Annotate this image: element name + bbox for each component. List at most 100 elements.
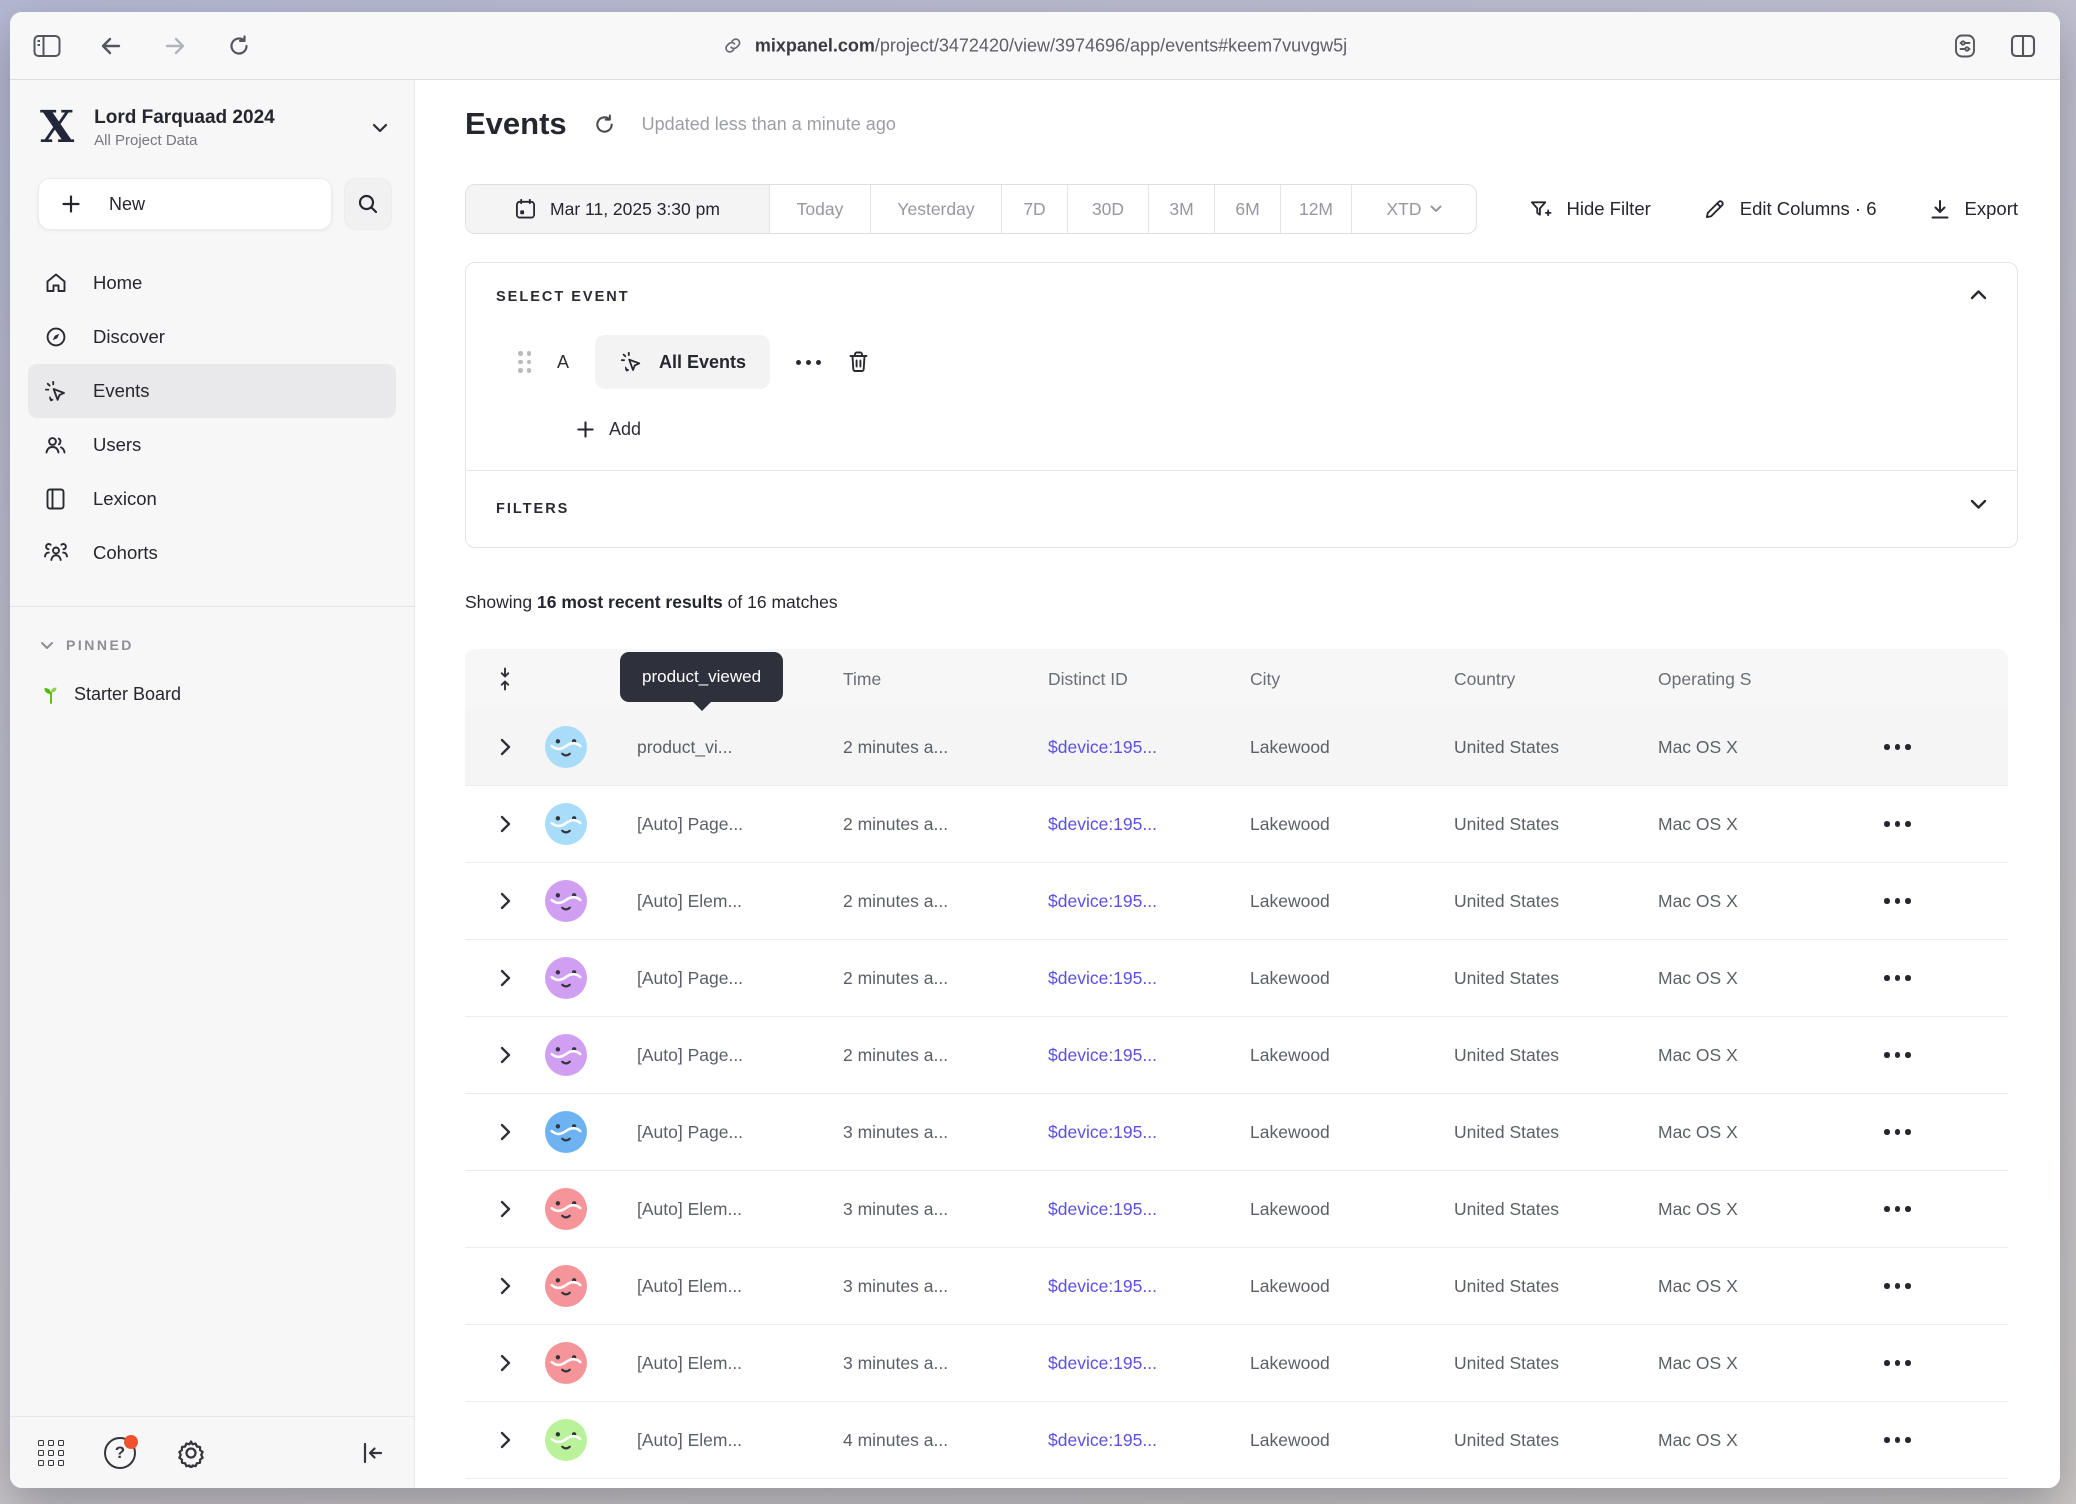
range-3m[interactable]: 3M xyxy=(1148,185,1214,233)
settings-gear-icon[interactable] xyxy=(176,1438,206,1468)
refresh-icon[interactable] xyxy=(593,113,616,136)
table-row[interactable]: [Auto] Elem... 4 minutes a... $device:19… xyxy=(465,1479,2008,1488)
add-event-button[interactable]: Add xyxy=(576,419,1987,440)
sidebar-item-label: Home xyxy=(93,272,142,294)
pinned-section-header[interactable]: PINNED xyxy=(40,637,414,653)
distinct-id-link[interactable]: $device:195... xyxy=(1048,1199,1250,1220)
distinct-id-link[interactable]: $device:195... xyxy=(1048,1122,1250,1143)
country-cell: United States xyxy=(1454,737,1658,758)
expand-row-icon[interactable] xyxy=(465,969,545,987)
expand-row-icon[interactable] xyxy=(465,1123,545,1141)
expand-row-icon[interactable] xyxy=(465,1354,545,1372)
col-city[interactable]: City xyxy=(1250,669,1454,690)
expand-row-icon[interactable] xyxy=(465,738,545,756)
table-row[interactable]: [Auto] Page... 2 minutes a... $device:19… xyxy=(465,786,2008,863)
expand-row-icon[interactable] xyxy=(465,1277,545,1295)
table-row[interactable]: product_vi... 2 minutes a... $device:195… xyxy=(465,709,2008,786)
distinct-id-link[interactable]: $device:195... xyxy=(1048,1353,1250,1374)
search-button[interactable] xyxy=(344,178,392,230)
table-row[interactable]: [Auto] Page... 3 minutes a... $device:19… xyxy=(465,1094,2008,1171)
distinct-id-link[interactable]: $device:195... xyxy=(1048,1430,1250,1451)
sidebar-item-discover[interactable]: Discover xyxy=(28,310,396,364)
table-row[interactable]: [Auto] Elem... 3 minutes a... $device:19… xyxy=(465,1325,2008,1402)
sidebar-item-lexicon[interactable]: Lexicon xyxy=(28,472,396,526)
project-switcher[interactable]: X Lord Farquaad 2024 All Project Data xyxy=(40,106,388,150)
event-avatar xyxy=(545,880,637,922)
date-picker-button[interactable]: Mar 11, 2025 3:30 pm xyxy=(466,185,769,233)
range-7d[interactable]: 7D xyxy=(1001,185,1067,233)
expand-row-icon[interactable] xyxy=(465,815,545,833)
distinct-id-link[interactable]: $device:195... xyxy=(1048,737,1250,758)
distinct-id-link[interactable]: $device:195... xyxy=(1048,1276,1250,1297)
delete-clause-icon[interactable] xyxy=(847,350,870,374)
event-clause-row: A All Events xyxy=(518,335,1987,389)
back-icon[interactable] xyxy=(96,31,126,61)
range-6m[interactable]: 6M xyxy=(1214,185,1280,233)
distinct-id-link[interactable]: $device:195... xyxy=(1048,814,1250,835)
table-row[interactable]: [Auto] Elem... 3 minutes a... $device:19… xyxy=(465,1171,2008,1248)
row-menu-icon[interactable] xyxy=(1884,1206,2008,1212)
range-yesterday[interactable]: Yesterday xyxy=(870,185,1001,233)
collapse-sidebar-icon[interactable] xyxy=(360,1441,386,1465)
calendar-icon xyxy=(515,198,536,220)
sidebar-bottom-bar: ? xyxy=(10,1416,414,1488)
more-options-icon[interactable] xyxy=(796,360,821,365)
col-time[interactable]: Time xyxy=(843,669,1048,690)
row-menu-icon[interactable] xyxy=(1884,1052,2008,1058)
table-row[interactable]: [Auto] Page... 2 minutes a... $device:19… xyxy=(465,940,2008,1017)
browser-sidebar-toggle-icon[interactable] xyxy=(32,31,62,61)
apps-grid-icon[interactable] xyxy=(38,1440,64,1466)
reload-icon[interactable] xyxy=(224,31,254,61)
sidebar-item-home[interactable]: Home xyxy=(28,256,396,310)
sidebar-item-events[interactable]: Events xyxy=(28,364,396,418)
hide-filter-button[interactable]: Hide Filter xyxy=(1529,198,1650,221)
range-12m[interactable]: 12M xyxy=(1280,185,1351,233)
page-settings-icon[interactable] xyxy=(1950,31,1980,61)
row-menu-icon[interactable] xyxy=(1884,1437,2008,1443)
drag-handle-icon[interactable] xyxy=(518,351,531,373)
table-row[interactable]: [Auto] Elem... 3 minutes a... $device:19… xyxy=(465,1248,2008,1325)
col-country[interactable]: Country xyxy=(1454,669,1658,690)
expand-row-icon[interactable] xyxy=(465,1431,545,1449)
expand-row-icon[interactable] xyxy=(465,1046,545,1064)
table-row[interactable]: [Auto] Elem... 2 minutes a... $device:19… xyxy=(465,863,2008,940)
row-menu-icon[interactable] xyxy=(1884,1129,2008,1135)
row-menu-icon[interactable] xyxy=(1884,1283,2008,1289)
country-cell: United States xyxy=(1454,891,1658,912)
expand-filters-icon[interactable] xyxy=(1970,499,1987,510)
help-icon[interactable]: ? xyxy=(104,1437,136,1469)
os-cell: Mac OS X xyxy=(1658,1045,1858,1066)
sidebar-item-users[interactable]: Users xyxy=(28,418,396,472)
collapse-all-rows-icon[interactable] xyxy=(465,667,545,691)
new-button[interactable]: New xyxy=(38,178,332,230)
col-distinct-id[interactable]: Distinct ID xyxy=(1048,669,1250,690)
range-today[interactable]: Today xyxy=(769,185,870,233)
row-menu-icon[interactable] xyxy=(1884,821,2008,827)
sidebar-item-starter-board[interactable]: Starter Board xyxy=(40,683,414,705)
edit-columns-button[interactable]: Edit Columns · 6 xyxy=(1703,198,1877,221)
range-30d[interactable]: 30D xyxy=(1067,185,1148,233)
sidebar-item-cohorts[interactable]: Cohorts xyxy=(28,526,396,580)
table-row[interactable]: [Auto] Page... 2 minutes a... $device:19… xyxy=(465,1017,2008,1094)
table-row[interactable]: [Auto] Elem... 4 minutes a... $device:19… xyxy=(465,1402,2008,1479)
results-summary: Showing 16 most recent results of 16 mat… xyxy=(465,592,2018,613)
col-operating-system[interactable]: Operating S xyxy=(1658,669,1858,690)
url-bar[interactable]: mixpanel.com/project/3472420/view/397469… xyxy=(723,35,1347,56)
export-button[interactable]: Export xyxy=(1929,198,2018,221)
expand-row-icon[interactable] xyxy=(465,1200,545,1218)
project-subtitle: All Project Data xyxy=(94,132,275,149)
row-menu-icon[interactable] xyxy=(1884,744,2008,750)
collapse-section-icon[interactable] xyxy=(1970,289,1987,300)
url-path: /project/3472420/view/3974696/app/events… xyxy=(875,35,1347,55)
range-xtd[interactable]: XTD xyxy=(1351,185,1476,233)
distinct-id-link[interactable]: $device:195... xyxy=(1048,1045,1250,1066)
distinct-id-link[interactable]: $device:195... xyxy=(1048,891,1250,912)
event-selector-chip[interactable]: All Events xyxy=(595,335,770,389)
forward-icon[interactable] xyxy=(160,31,190,61)
row-menu-icon[interactable] xyxy=(1884,898,2008,904)
distinct-id-link[interactable]: $device:195... xyxy=(1048,968,1250,989)
row-menu-icon[interactable] xyxy=(1884,1360,2008,1366)
split-view-icon[interactable] xyxy=(2008,31,2038,61)
row-menu-icon[interactable] xyxy=(1884,975,2008,981)
expand-row-icon[interactable] xyxy=(465,892,545,910)
